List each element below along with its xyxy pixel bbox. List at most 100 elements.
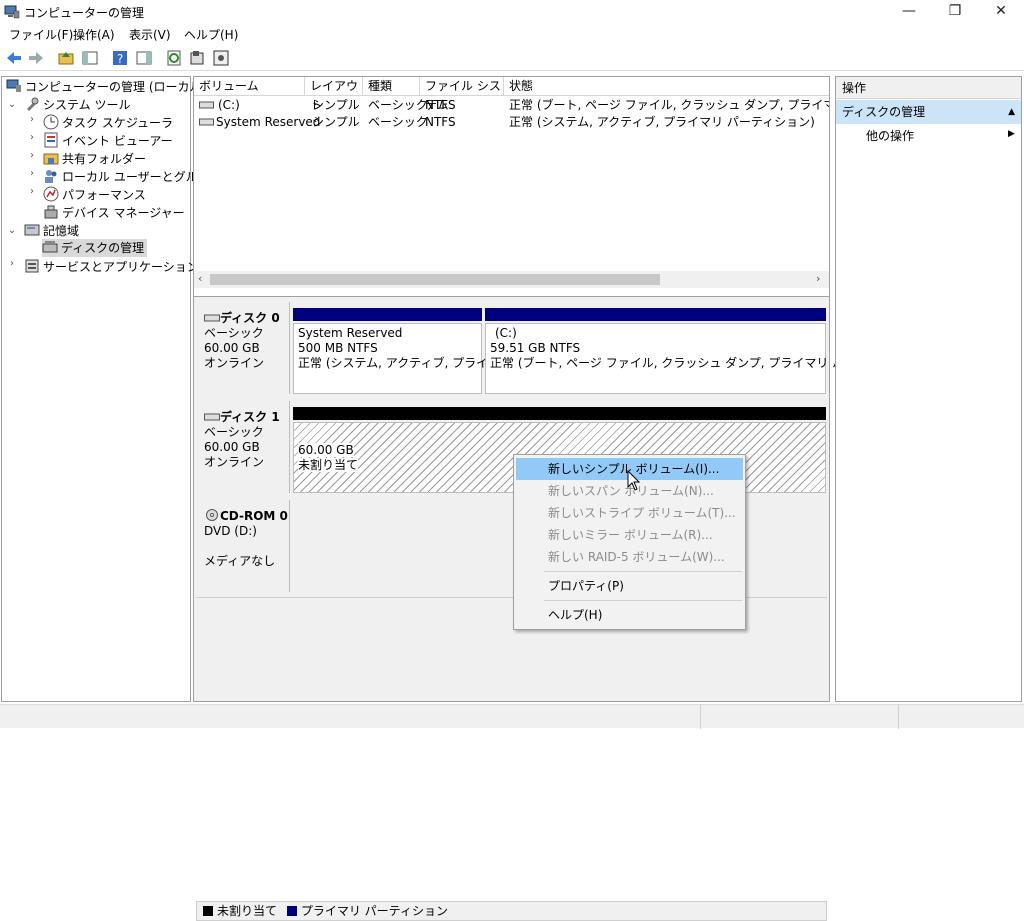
- disk-state: オンライン: [204, 455, 265, 469]
- disk-size: 60.00 GB: [204, 341, 260, 355]
- users-icon: [45, 170, 57, 183]
- up-folder-icon[interactable]: [57, 49, 75, 67]
- tree-root[interactable]: コンピューターの管理 (ローカル): [6, 78, 206, 96]
- menu-new-mirror-volume[interactable]: 新しいミラー ボリューム(R)...: [516, 524, 743, 546]
- primary-swatch: [286, 906, 297, 916]
- menu-help-item[interactable]: ヘルプ(H): [516, 604, 743, 626]
- primary-partition-bar: [293, 308, 482, 321]
- title-bar: コンピューターの管理 — ❐ ✕: [0, 0, 1024, 24]
- tree-storage[interactable]: 記憶域: [24, 222, 79, 240]
- properties-icon[interactable]: [188, 49, 206, 67]
- scroll-left-icon[interactable]: ‹: [198, 272, 202, 285]
- mouse-cursor-icon: [627, 470, 641, 491]
- drive-icon: [199, 118, 214, 126]
- cdrom-0-label[interactable]: CD-ROM 0 DVD (D:) メディアなし: [196, 500, 290, 592]
- status-divider: [700, 705, 701, 729]
- chevron-right-icon[interactable]: ›: [6, 258, 18, 269]
- tree-services-apps[interactable]: サービスとアプリケーション: [24, 258, 199, 276]
- cdrom-icon: [206, 509, 218, 521]
- chevron-right-icon[interactable]: ›: [26, 168, 38, 179]
- computer-management-icon: [6, 79, 21, 92]
- navigation-tree: コンピューターの管理 (ローカル) ⌄ システム ツール › タスク スケジュー…: [1, 76, 221, 702]
- disk-state: メディアなし: [204, 554, 276, 568]
- actions-more[interactable]: 他の操作: [866, 127, 914, 145]
- actions-selected-label: ディスクの管理: [842, 105, 926, 119]
- column-file-system[interactable]: ファイル システム: [420, 77, 504, 112]
- column-layout[interactable]: レイアウト: [305, 77, 363, 112]
- show-hide-tree-icon[interactable]: [81, 49, 99, 67]
- volume-status: 正常 (ブート, ページ ファイル, クラッシュ ダンプ, プライマリ パーティ…: [509, 98, 829, 112]
- minimize-button[interactable]: —: [886, 0, 932, 24]
- menu-new-striped-volume[interactable]: 新しいストライプ ボリューム(T)...: [516, 502, 743, 524]
- clock-icon: [43, 114, 59, 130]
- tree-shared-folders[interactable]: 共有フォルダー: [43, 150, 146, 168]
- forward-arrow-icon[interactable]: [27, 49, 45, 67]
- disk-name: CD-ROM 0: [220, 509, 288, 523]
- menu-properties[interactable]: プロパティ(P): [516, 575, 743, 597]
- primary-partition-bar: [485, 308, 826, 321]
- close-button[interactable]: ✕: [978, 0, 1024, 24]
- menu-view[interactable]: 表示(V): [129, 26, 171, 43]
- unallocated-swatch: [203, 906, 213, 916]
- actions-disk-management[interactable]: ディスクの管理 ▲: [836, 100, 1021, 124]
- tree-task-scheduler[interactable]: タスク スケジューラ: [43, 114, 173, 132]
- menu-file[interactable]: ファイル(F): [9, 26, 73, 43]
- partition-size: 500 MB NTFS: [298, 341, 378, 355]
- legend-primary: プライマリ パーティション: [300, 904, 448, 918]
- menu-action[interactable]: 操作(A): [73, 26, 115, 43]
- column-status[interactable]: 状態: [504, 77, 829, 96]
- menu-help[interactable]: ヘルプ(H): [184, 26, 238, 43]
- collapse-up-icon[interactable]: ▲: [1008, 100, 1015, 124]
- disk-0-label[interactable]: ディスク 0 ベーシック 60.00 GB オンライン: [196, 302, 290, 394]
- tree-system-tools-label: システム ツール: [43, 98, 131, 112]
- tree-system-tools[interactable]: システム ツール: [24, 96, 130, 114]
- disk-state: オンライン: [204, 356, 265, 370]
- chevron-right-icon[interactable]: ›: [26, 150, 38, 161]
- column-volume[interactable]: ボリューム: [194, 77, 305, 96]
- settings-icon[interactable]: [212, 49, 230, 67]
- disk-type: ベーシック: [204, 425, 264, 439]
- chevron-right-icon[interactable]: ›: [26, 114, 38, 125]
- menu-separator: [544, 571, 742, 572]
- tree-device-manager[interactable]: デバイス マネージャー: [43, 204, 185, 222]
- disk-name: ディスク 0: [220, 311, 280, 325]
- show-action-pane-icon[interactable]: [135, 49, 153, 67]
- chevron-down-icon[interactable]: ⌄: [6, 99, 18, 110]
- window-title: コンピューターの管理: [24, 6, 145, 20]
- maximize-button[interactable]: ❐: [932, 0, 978, 24]
- chevron-right-icon[interactable]: ›: [26, 132, 38, 143]
- tree-performance[interactable]: パフォーマンス: [43, 186, 146, 204]
- scroll-right-icon[interactable]: ›: [816, 272, 820, 285]
- legend: 未割り当て プライマリ パーティション: [196, 901, 827, 921]
- tree-disk-management-label: ディスクの管理: [61, 241, 145, 255]
- back-arrow-icon[interactable]: [5, 49, 23, 67]
- disk-1-label[interactable]: ディスク 1 ベーシック 60.00 GB オンライン: [196, 401, 290, 493]
- chevron-right-icon[interactable]: ›: [26, 186, 38, 197]
- disk-type: ベーシック: [204, 326, 264, 340]
- help-icon[interactable]: ?: [111, 49, 129, 67]
- scrollbar-thumb[interactable]: [210, 274, 660, 285]
- volume-list-header: ボリューム レイアウト 種類 ファイル システム 状態: [194, 77, 829, 112]
- tree-performance-label: パフォーマンス: [62, 188, 146, 202]
- partition-c-drive[interactable]: (C:) 59.51 GB NTFS 正常 (ブート, ページ ファイル, クラ…: [485, 323, 920, 394]
- menu-new-raid5-volume[interactable]: 新しい RAID-5 ボリューム(W)...: [516, 546, 743, 568]
- partition-system-reserved[interactable]: System Reserved 500 MB NTFS 正常 (システム, アク…: [293, 323, 528, 394]
- actions-pane: 操作 ディスクの管理 ▲ 他の操作 ▶: [835, 76, 1022, 702]
- partition-size: 60.00 GB: [298, 443, 354, 457]
- status-divider: [898, 705, 899, 729]
- volume-type: ベーシック: [368, 115, 428, 129]
- disk-management-icon: [42, 241, 58, 253]
- chevron-down-icon[interactable]: ⌄: [6, 225, 18, 236]
- horizontal-scrollbar[interactable]: ‹ ›: [194, 271, 829, 288]
- column-type[interactable]: 種類: [363, 77, 420, 96]
- partition-name: (C:): [495, 326, 517, 340]
- tree-disk-management[interactable]: ディスクの管理: [42, 239, 148, 257]
- refresh-icon[interactable]: [165, 49, 183, 67]
- tree-event-viewer-label: イベント ビューアー: [62, 134, 173, 148]
- shared-folder-icon: [43, 153, 59, 165]
- svg-text:?: ?: [117, 52, 123, 66]
- volume-layout: シンプル: [312, 115, 360, 129]
- tree-event-viewer[interactable]: イベント ビューアー: [43, 132, 173, 150]
- submenu-arrow-icon[interactable]: ▶: [1008, 129, 1015, 139]
- volume-name: (C:): [218, 98, 240, 112]
